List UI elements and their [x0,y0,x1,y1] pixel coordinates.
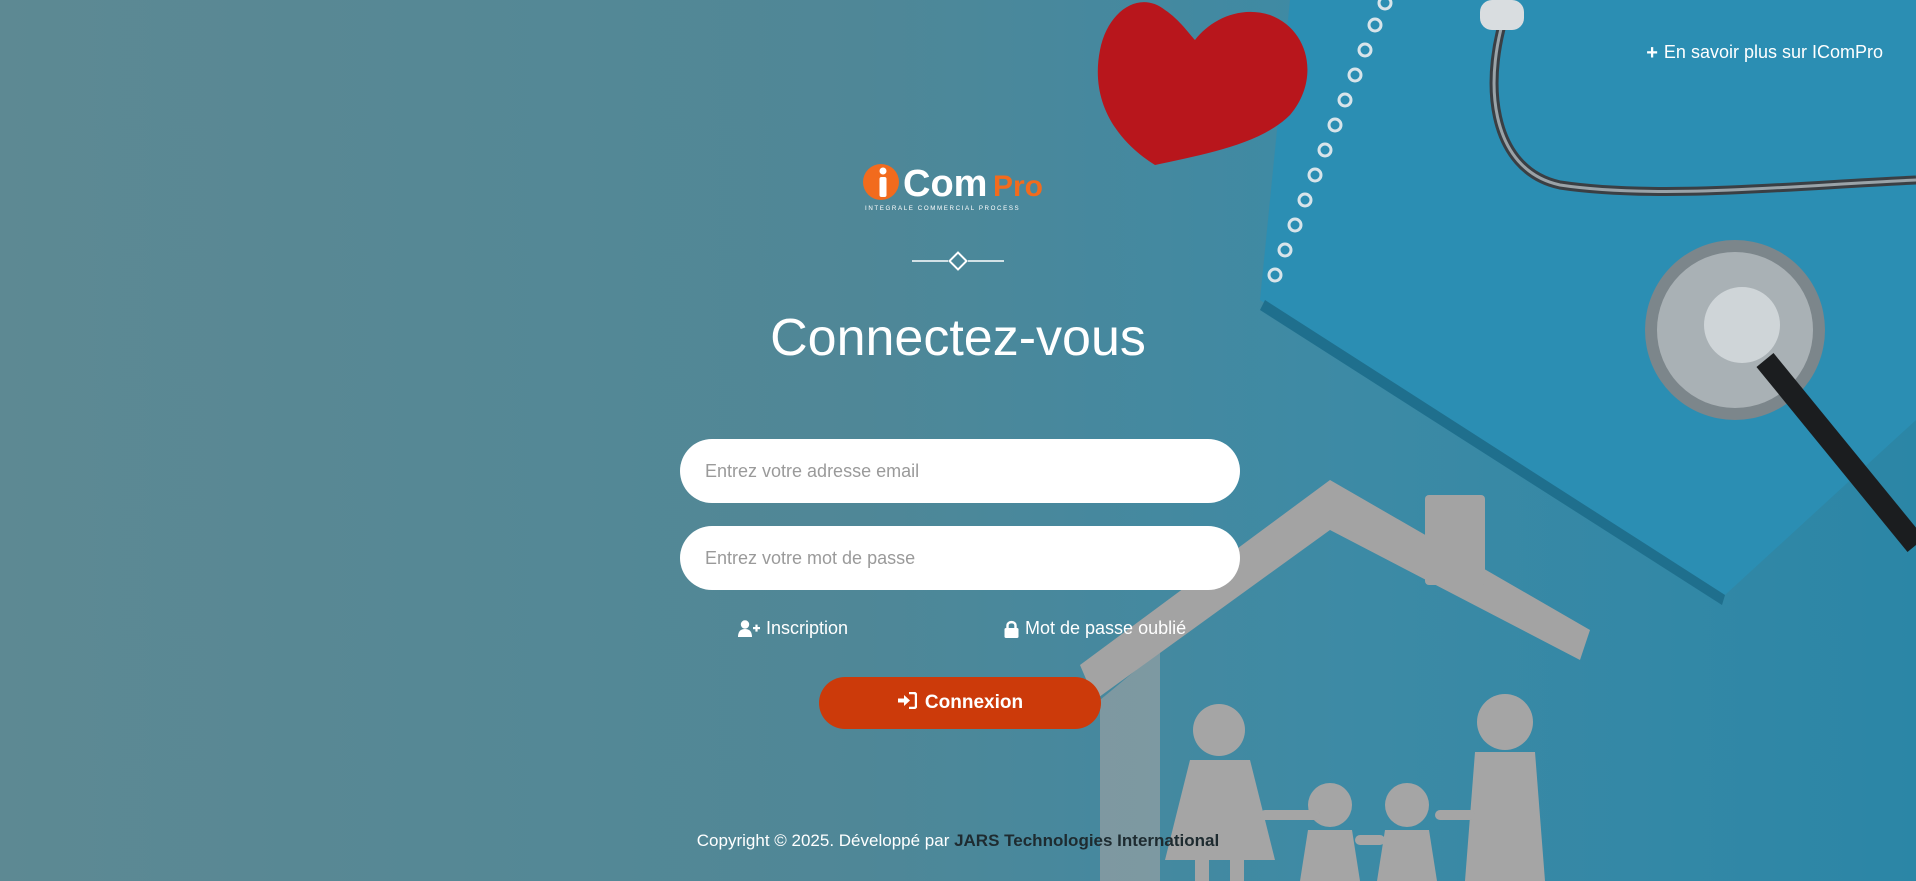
plus-icon: + [1646,41,1658,64]
password-field[interactable] [680,526,1240,590]
family-illustration [1165,694,1545,881]
logo-mark: Com Pro INTEGRALE COMMERCIAL PROCESS [863,163,1043,212]
notebook-illustration [1260,0,1916,605]
icompro-logo: Com Pro INTEGRALE COMMERCIAL PROCESS [863,162,1053,214]
diamond-divider [912,251,1004,271]
logo-brand-suffix: Pro [993,170,1043,203]
lock-icon [1004,620,1019,638]
copyright-text: Copyright © 2025. Développé par [696,831,955,850]
login-title: Connectez-vous [770,309,1146,367]
heart-illustration [1097,2,1308,166]
logo-tagline: INTEGRALE COMMERCIAL PROCESS [865,205,1020,212]
footer: Copyright © 2025. Développé par JARS Tec… [0,831,1916,851]
learn-more-link[interactable]: + En savoir plus sur IComPro [1646,42,1883,63]
learn-more-label: En savoir plus sur IComPro [1663,42,1883,62]
email-field[interactable] [680,439,1240,503]
forgot-password-link[interactable]: Mot de passe oublié [1004,618,1186,639]
sign-in-icon [897,691,918,715]
user-plus-icon [738,620,760,637]
login-button[interactable]: Connexion [819,677,1101,729]
login-button-label: Connexion [924,692,1024,713]
stethoscope-illustration [1480,0,1916,552]
register-label: Inscription [766,618,849,638]
logo-brand-main: Com [903,163,987,205]
forgot-password-label: Mot de passe oublié [1025,618,1187,638]
company-link[interactable]: JARS Technologies International [954,831,1219,850]
register-link[interactable]: Inscription [738,618,848,639]
